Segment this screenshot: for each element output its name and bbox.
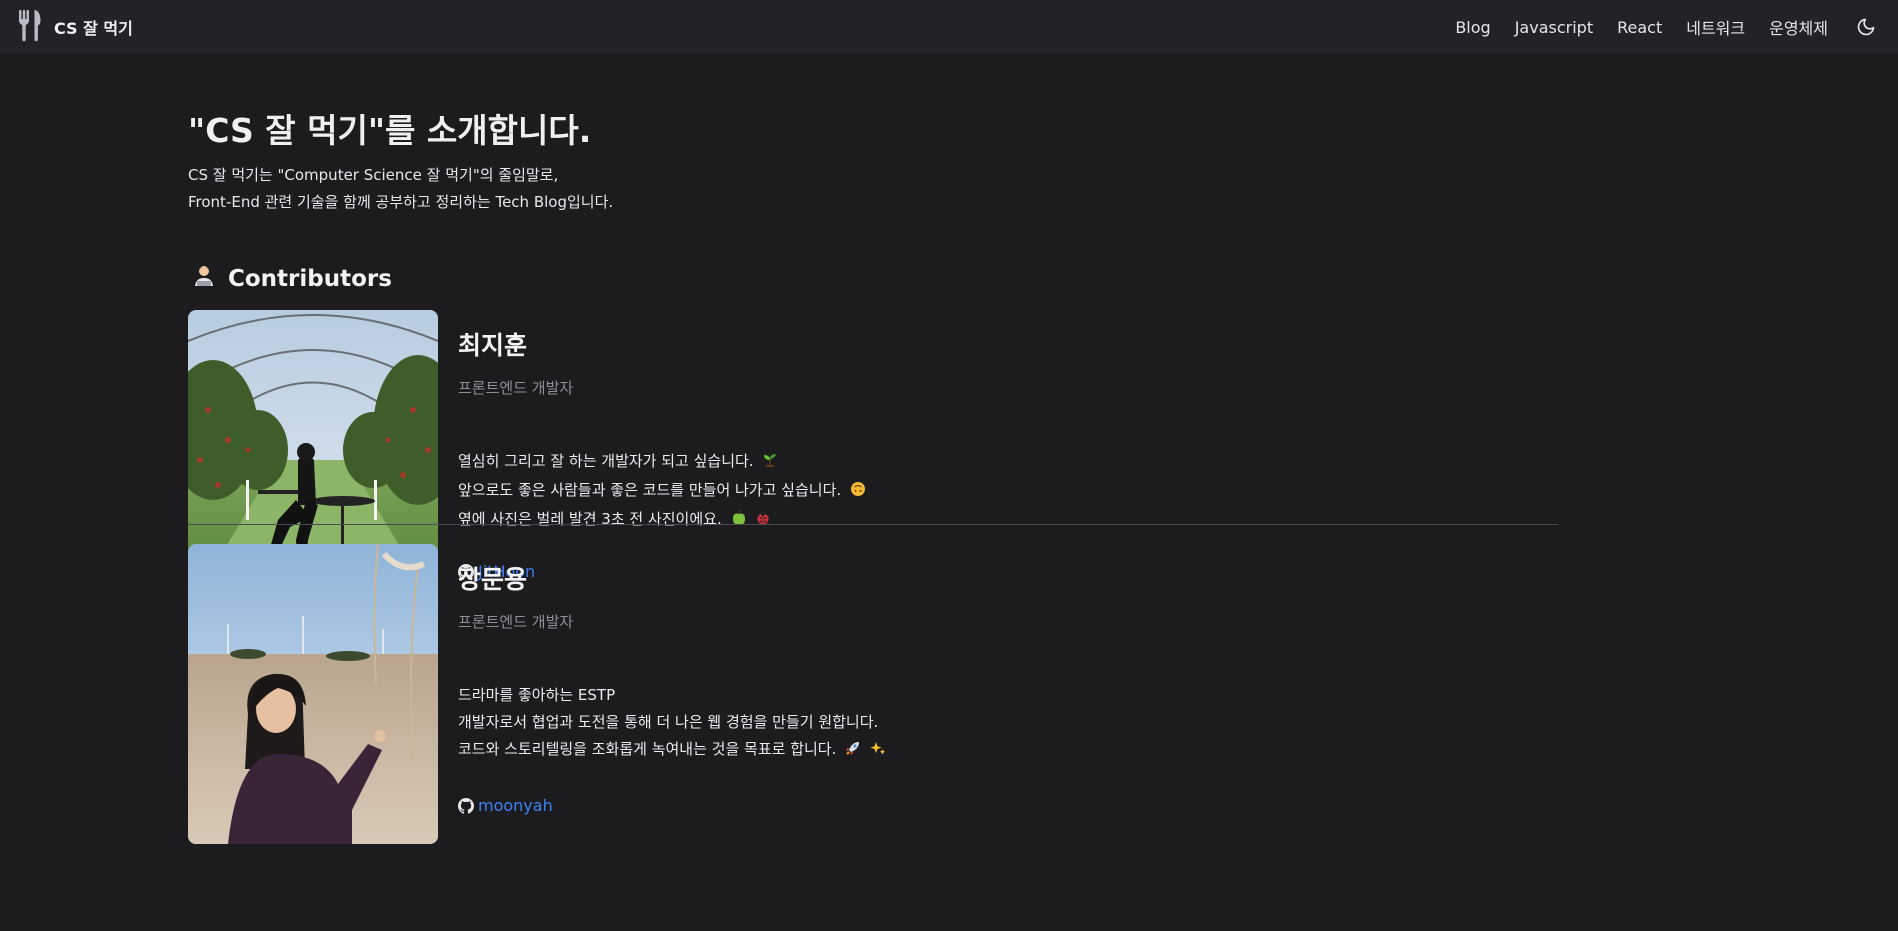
bio-line-1: 열심히 그리고 잘 하는 개발자가 되고 싶습니다. [458, 452, 754, 470]
bio-line-2: 앞으로도 좋은 사람들과 좋은 코드를 만들어 나가고 싶습니다. [458, 481, 842, 499]
ladybug-icon [755, 508, 771, 535]
intro-line-2: Front-End 관련 기술을 함께 공부하고 정리하는 Tech Blog입… [188, 193, 614, 211]
contributor-bio: 드라마를 좋아하는 ESTP 개발자로서 협업과 도전을 통해 더 나은 웹 경… [458, 682, 886, 765]
contributors-heading-text: Contributors [228, 266, 392, 292]
contributor-bio: 열심히 그리고 잘 하는 개발자가 되고 싶습니다. 앞으로도 좋은 사람들과 … [458, 448, 866, 535]
green-apple-icon [731, 508, 747, 535]
github-link[interactable]: moonyah [458, 796, 553, 815]
upside-down-face-icon [850, 479, 866, 506]
contributor-photo [188, 544, 438, 844]
nav-link-javascript[interactable]: Javascript [1515, 18, 1593, 37]
contributor-name: 최지훈 [458, 331, 528, 360]
rocket-icon [845, 738, 861, 765]
nav-links: Blog Javascript React 네트워크 운영체제 [1455, 15, 1878, 39]
seedling-icon [762, 450, 778, 477]
nav-link-network[interactable]: 네트워크 [1686, 15, 1745, 39]
bio-line-3: 옆에 사진은 벌레 발견 3초 전 사진이에요. [458, 510, 722, 528]
nav-link-react[interactable]: React [1617, 18, 1662, 37]
brand[interactable]: CS 잘 먹기 [18, 8, 133, 46]
github-icon [458, 797, 474, 814]
contributor-role: 프론트엔드 개발자 [458, 379, 574, 397]
github-username: moonyah [478, 796, 553, 815]
contributor-name: 장문용 [458, 565, 528, 594]
intro-line-1: CS 잘 먹기는 "Computer Science 잘 먹기"의 줄임말로, [188, 166, 559, 184]
bio-line-1: 드라마를 좋아하는 ESTP [458, 686, 616, 704]
brand-title: CS 잘 먹기 [54, 19, 133, 38]
nav-link-blog[interactable]: Blog [1455, 18, 1490, 37]
contributor-card: 장문용 프론트엔드 개발자 드라마를 좋아하는 ESTP 개발자로서 협업과 도… [188, 544, 1558, 844]
intro-text: CS 잘 먹기는 "Computer Science 잘 먹기"의 줄임말로, … [188, 162, 613, 216]
contributor-role: 프론트엔드 개발자 [458, 613, 574, 631]
top-navbar: CS 잘 먹기 Blog Javascript React 네트워크 운영체제 [0, 0, 1898, 54]
moon-icon [1857, 18, 1875, 36]
theme-toggle-button[interactable] [1854, 15, 1878, 39]
bio-line-2: 개발자로서 협업과 도전을 통해 더 나은 웹 경험을 만들기 원합니다. [458, 713, 879, 731]
bio-line-3: 코드와 스토리텔링을 조화롭게 녹여내는 것을 목표로 합니다. [458, 740, 837, 758]
contributors-heading: Contributors [192, 264, 392, 294]
page-title: "CS 잘 먹기"를 소개합니다. [188, 111, 592, 150]
technologist-icon [192, 264, 216, 294]
sparkles-icon [870, 738, 886, 765]
utensils-icon [18, 8, 42, 46]
card-divider [188, 524, 1558, 525]
nav-link-os[interactable]: 운영체제 [1769, 15, 1828, 39]
